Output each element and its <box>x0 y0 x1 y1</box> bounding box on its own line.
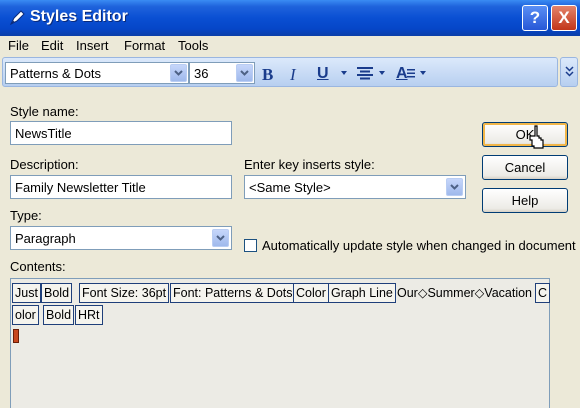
description-value: Family Newsletter Title <box>15 180 146 195</box>
code-bold-end[interactable]: Bold <box>43 305 75 325</box>
code-color-end[interactable]: olor <box>12 305 39 325</box>
chevron-down-icon[interactable] <box>170 64 187 82</box>
menu-file[interactable]: File <box>8 38 29 53</box>
contents-text[interactable]: Our◇Summer◇Vacation <box>397 284 532 302</box>
menu-format[interactable]: Format <box>124 38 165 53</box>
underline-dropdown-arrow-icon[interactable] <box>341 71 347 75</box>
style-name-input[interactable]: NewsTitle <box>10 121 232 145</box>
type-value: Paragraph <box>15 231 76 246</box>
format-toolbar: Patterns & Dots 36 B I U A <box>2 57 558 87</box>
help-button[interactable]: Help <box>482 188 568 213</box>
app-pen-icon <box>9 10 25 26</box>
font-select[interactable]: Patterns & Dots <box>5 62 189 84</box>
code-font[interactable]: Font: Patterns & Dots <box>170 283 296 303</box>
toolbar-overflow-button[interactable] <box>560 57 578 87</box>
contents-editor[interactable]: Just Bold Font Size: 36pt Font: Patterns… <box>10 278 551 408</box>
double-chevron-down-icon <box>565 66 574 77</box>
code-color-start[interactable]: C <box>535 283 551 303</box>
chevron-down-icon[interactable] <box>212 229 229 247</box>
font-select-value: Patterns & Dots <box>10 66 102 81</box>
description-label: Description: <box>10 157 79 172</box>
type-label: Type: <box>10 208 42 223</box>
font-size-value: 36 <box>194 66 209 81</box>
chevron-down-icon[interactable] <box>446 178 463 196</box>
auto-update-checkbox[interactable] <box>244 239 257 252</box>
title-help-button[interactable]: ? <box>522 5 548 31</box>
enter-key-label: Enter key inserts style: <box>244 157 375 172</box>
title-close-button[interactable]: X <box>551 5 577 31</box>
font-color-lines-icon <box>407 69 415 78</box>
code-color[interactable]: Color <box>293 283 329 303</box>
font-size-select[interactable]: 36 <box>189 62 255 84</box>
code-hard-return[interactable]: HRt <box>75 305 103 325</box>
code-font-size[interactable]: Font Size: 36pt <box>79 283 170 303</box>
menu-bar: File Edit Insert Format Tools <box>0 36 580 56</box>
style-name-label: Style name: <box>10 104 79 119</box>
type-select[interactable]: Paragraph <box>10 226 232 250</box>
code-graph-line[interactable]: Graph Line <box>328 283 396 303</box>
font-color-button[interactable]: A <box>396 65 408 83</box>
align-dropdown-arrow-icon[interactable] <box>379 71 385 75</box>
contents-label: Contents: <box>10 259 66 274</box>
menu-insert[interactable]: Insert <box>76 38 109 53</box>
ok-button[interactable]: OK <box>482 122 568 147</box>
description-input[interactable]: Family Newsletter Title <box>10 175 232 199</box>
enter-key-select[interactable]: <Same Style> <box>244 175 466 199</box>
auto-update-label[interactable]: Automatically update style when changed … <box>262 238 576 253</box>
italic-button[interactable]: I <box>290 65 296 85</box>
cancel-button[interactable]: Cancel <box>482 155 568 180</box>
underline-button[interactable]: U <box>317 65 329 83</box>
insertion-cursor <box>13 329 19 343</box>
align-center-icon[interactable] <box>356 66 374 80</box>
chevron-down-icon[interactable] <box>236 64 253 82</box>
font-color-dropdown-arrow-icon[interactable] <box>420 71 426 75</box>
menu-tools[interactable]: Tools <box>178 38 208 53</box>
window-title: Styles Editor <box>30 8 128 25</box>
enter-key-value: <Same Style> <box>249 180 331 195</box>
bold-button[interactable]: B <box>262 65 273 85</box>
title-bar: Styles Editor ? X <box>0 0 580 36</box>
menu-edit[interactable]: Edit <box>41 38 63 53</box>
code-just[interactable]: Just <box>12 283 41 303</box>
mouse-pointer-icon <box>529 125 544 149</box>
style-name-value: NewsTitle <box>15 126 72 141</box>
code-bold[interactable]: Bold <box>41 283 73 303</box>
